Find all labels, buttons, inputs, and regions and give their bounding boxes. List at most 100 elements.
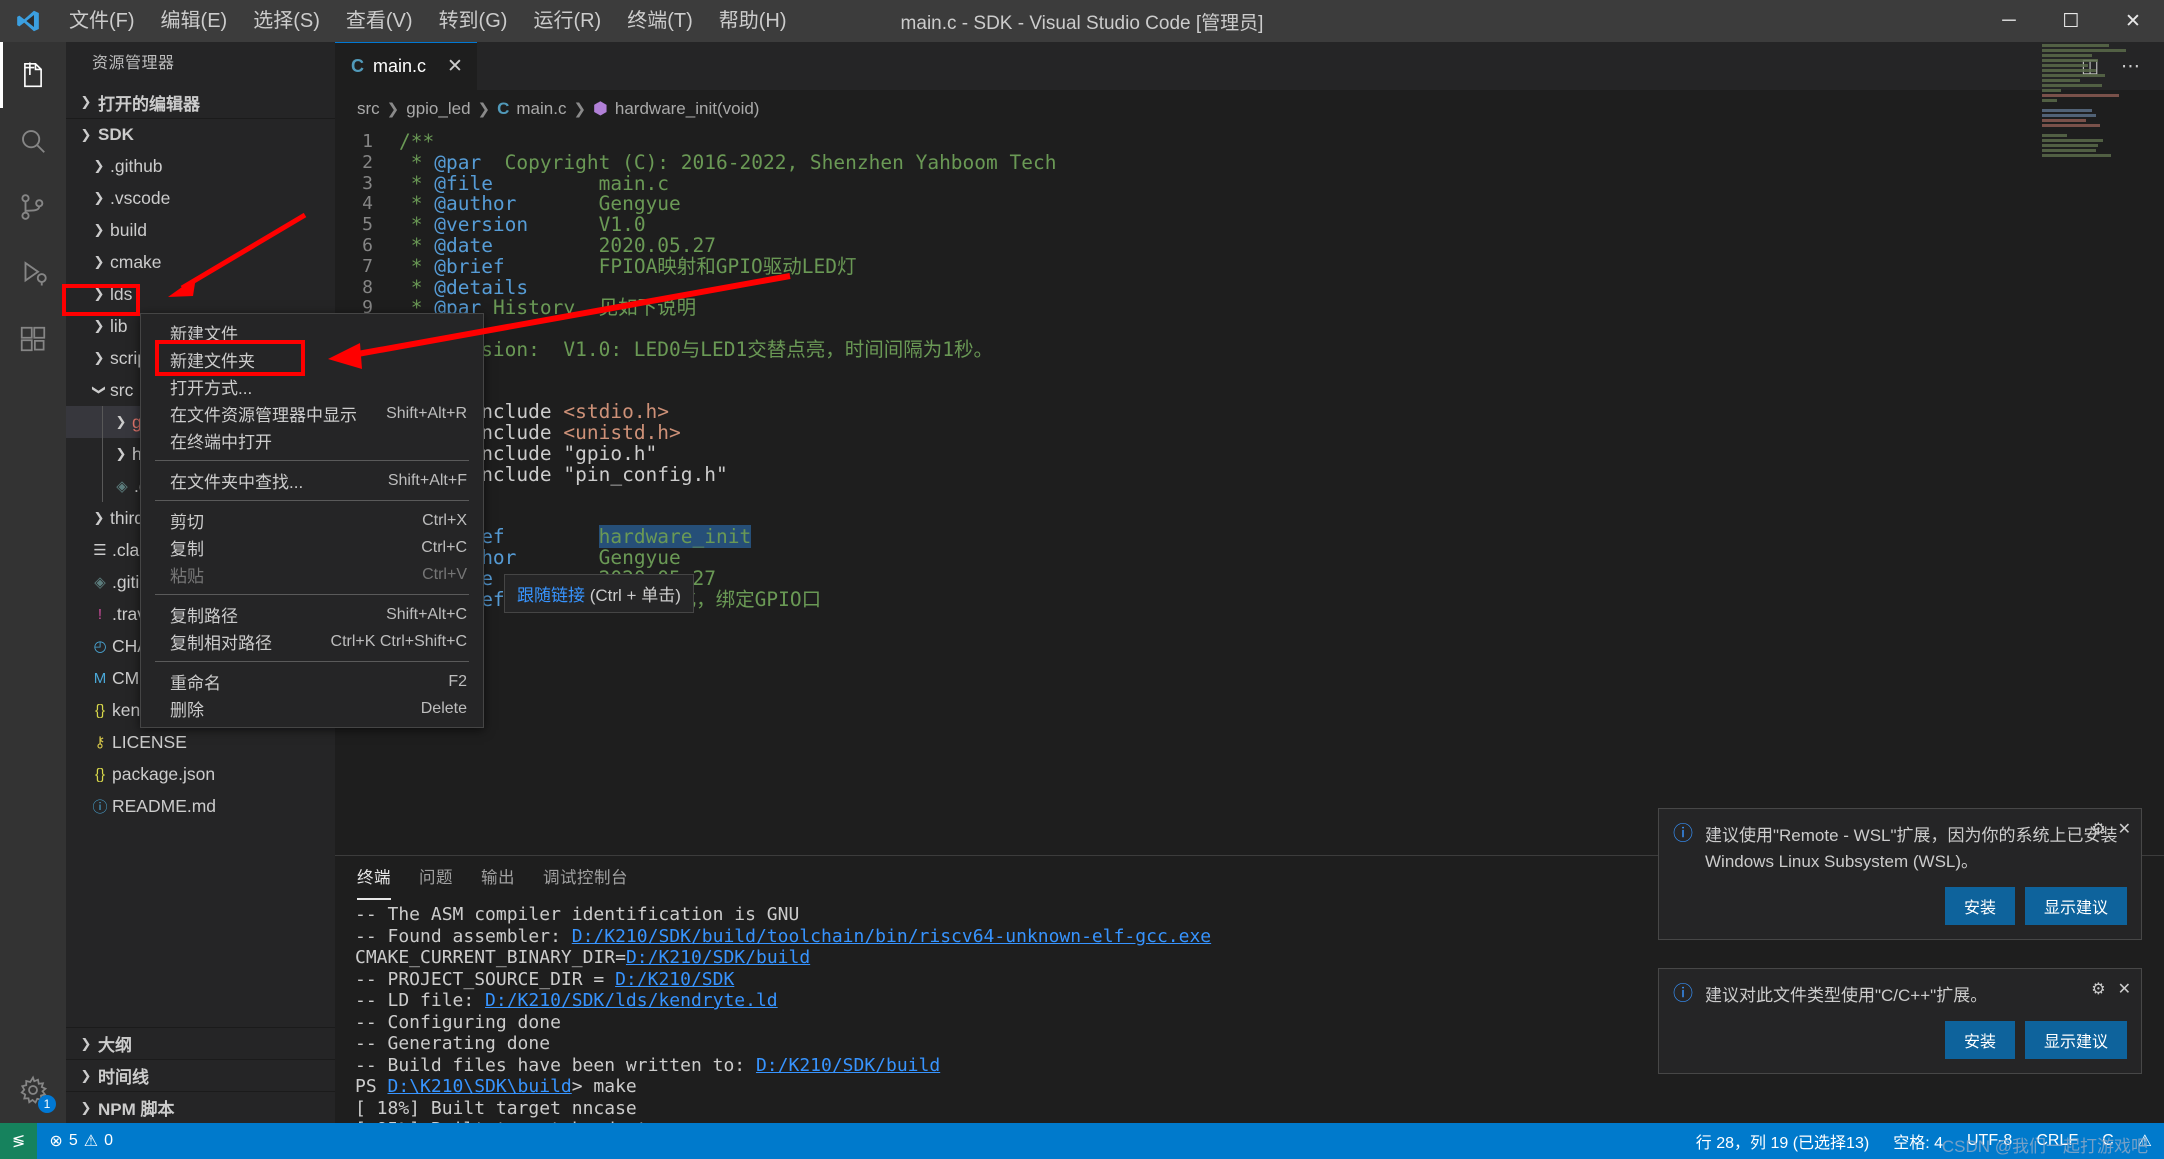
terminal-line: CMAKE_CURRENT_BINARY_DIR=D:/K210/SDK/bui… [355,947,811,968]
menu-bar: 文件(F) 编辑(E) 选择(S) 查看(V) 转到(G) 运行(R) 终端(T… [56,0,800,42]
tree-item-license[interactable]: ⚷ LICENSE [66,726,335,758]
tree-item-github[interactable]: ❯ .github [66,150,335,182]
code-line: 20 * @brief hardware_init [335,525,2164,549]
tab-main-c[interactable]: C main.c ✕ [335,42,477,90]
code-line: 6 * @date 2020.05.27 [335,235,2164,257]
close-button[interactable]: ✕ [2102,0,2164,42]
tree-item-label: LICENSE [112,731,187,752]
menu-file[interactable]: 文件(F) [56,0,148,42]
close-icon[interactable]: ✕ [447,55,463,78]
explorer-icon[interactable] [0,42,66,108]
tab-debug-console[interactable]: 调试控制台 [543,856,628,900]
remote-indicator[interactable]: ≶ [0,1123,38,1159]
menu-go[interactable]: 转到(G) [426,0,521,42]
context-menu-item[interactable]: 复制 Ctrl+C [141,534,483,561]
context-menu-item-label: 新建文件夹 [170,352,255,371]
window-controls: ─ ☐ ✕ [1978,0,2164,42]
context-menu-item-shortcut: Delete [420,699,467,717]
menu-separator [155,594,469,595]
tree-item-lds[interactable]: ❯ lds [66,278,335,310]
menu-terminal[interactable]: 终端(T) [614,0,706,42]
open-editors-section[interactable]: ❯ 打开的编辑器 [66,86,335,118]
gear-icon[interactable]: ⚙ [2091,819,2105,839]
context-menu-item[interactable]: 在终端中打开 [141,427,483,454]
chevron-right-icon: ❯ [93,350,105,365]
menu-help[interactable]: 帮助(H) [706,0,800,42]
source-control-icon[interactable] [0,174,66,240]
line-text: * @file main.c [399,171,670,195]
gear-icon[interactable]: ⚙ [2091,979,2105,999]
tree-item-label: README.md [112,795,217,816]
run-debug-icon[interactable] [0,240,66,306]
extensions-icon[interactable] [0,306,66,372]
sidebar-item-timeline[interactable]: ❯ 时间线 [66,1059,335,1091]
show-recommendation-button[interactable]: 显示建议 [2024,887,2127,925]
line-number: 2 [362,151,373,173]
chevron-right-icon: ❯ [115,414,127,429]
close-icon[interactable]: ✕ [2118,979,2131,999]
menu-view[interactable]: 查看(V) [333,0,426,42]
json-file-icon: {} [94,765,106,783]
line-text: * @version V1.0 [399,213,646,237]
indent-guide [102,470,103,502]
notification-text: 建议对此文件类型使用"C/C++"扩展。 [1705,986,1988,1005]
tree-item-label: build [110,219,147,240]
context-menu-item[interactable]: 在文件资源管理器中显示 Shift+Alt+R [141,400,483,427]
line-text: * @brief FPIOA映射和GPIO驱动LED灯 [399,254,857,278]
breadcrumb-src[interactable]: src [357,99,380,119]
context-menu-item[interactable]: 删除 Delete [141,695,483,722]
error-icon: ⊗ [49,1133,63,1150]
breadcrumb-gpio-led[interactable]: gpio_led [406,99,470,119]
tree-item-cmake[interactable]: ❯ cmake [66,246,335,278]
activity-bar: 1 [0,42,66,1123]
breadcrumb-main-c[interactable]: main.c [516,99,566,119]
minimize-button[interactable]: ─ [1978,0,2040,42]
context-menu-item[interactable]: 在文件夹中查找... Shift+Alt+F [141,467,483,494]
menu-selection[interactable]: 选择(S) [240,0,333,42]
tree-item-vscode[interactable]: ❯ .vscode [66,182,335,214]
install-button[interactable]: 安装 [1944,1021,2015,1059]
maximize-button[interactable]: ☐ [2040,0,2102,42]
info-icon: ⓘ [1673,823,1693,845]
tab-terminal[interactable]: 终端 [357,856,391,900]
show-recommendation-button[interactable]: 显示建议 [2024,1021,2127,1059]
context-menu-item[interactable]: 新建文件夹 [141,346,483,373]
tree-item-package-json[interactable]: {} package.json [66,758,335,790]
context-menu-item-label: 在文件夹中查找... [170,473,304,492]
cursor-position[interactable]: 行 28，列 19 (已选择13) [1684,1123,1881,1159]
code-line: 7 * @brief FPIOA映射和GPIO驱动LED灯 [335,254,2164,278]
workspace-root-section[interactable]: ❯ SDK [66,118,335,150]
tab-problems[interactable]: 问题 [419,856,453,900]
manage-settings-gear-icon[interactable]: 1 [0,1057,66,1123]
close-icon[interactable]: ✕ [2118,819,2131,839]
remote-icon: ≶ [12,1133,26,1150]
context-menu-item[interactable]: 复制相对路径 Ctrl+K Ctrl+Shift+C [141,628,483,655]
search-icon[interactable] [0,108,66,174]
sidebar-item-outline[interactable]: ❯ 大纲 [66,1027,335,1059]
context-menu-item[interactable]: 新建文件 [141,319,483,346]
context-menu-item[interactable]: 打开方式... [141,373,483,400]
menu-run[interactable]: 运行(R) [520,0,614,42]
problems-indicator[interactable]: ⊗ 5 ⚠ 0 [37,1123,125,1159]
install-button[interactable]: 安装 [1944,887,2015,925]
code-line: 16"kw">#include "gpio.h" [335,443,2164,465]
workspace-root-label: SDK [98,124,134,144]
terminal-line: PS D:\K210\SDK\build> make [355,1076,637,1097]
tree-item-build[interactable]: ❯ build [66,214,335,246]
readme-file-icon: ⓘ [92,798,108,816]
tab-output[interactable]: 输出 [481,856,515,900]
line-number: 4 [362,193,373,215]
minimap[interactable] [2042,42,2138,482]
context-menu-item[interactable]: 复制路径 Shift+Alt+C [141,601,483,628]
code-content[interactable]: 1/** 2 * @par Copyright (C): 2016-2022, S… [335,128,2164,610]
menu-separator [155,460,469,461]
context-menu-item[interactable]: 重命名 F2 [141,668,483,695]
breadcrumb-symbol[interactable]: hardware_init(void) [615,99,760,119]
context-menu-item[interactable]: 剪切 Ctrl+X [141,507,483,534]
context-menu-item-shortcut: Ctrl+K Ctrl+Shift+C [330,632,467,650]
tree-item-readme-md[interactable]: ⓘ README.md [66,790,335,822]
sidebar-item-npm-scripts[interactable]: ❯ NPM 脚本 [66,1091,335,1123]
menu-edit[interactable]: 编辑(E) [148,0,241,42]
link-tooltip: 跟随链接 (Ctrl + 单击) [504,574,694,613]
chevron-right-icon: ❯ [93,158,105,173]
